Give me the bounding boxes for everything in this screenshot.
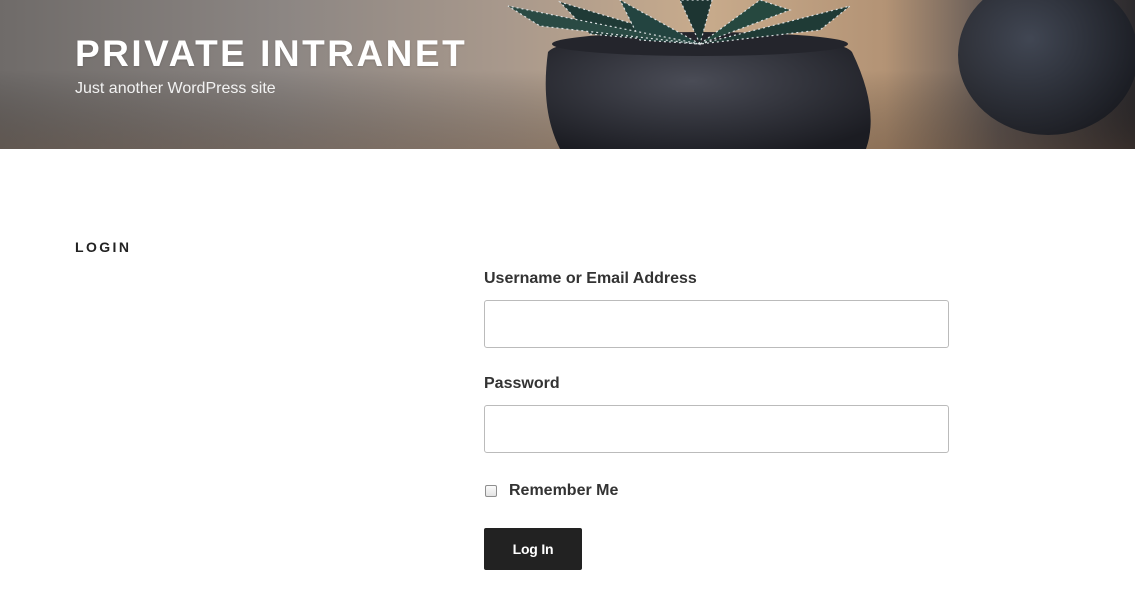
- site-title[interactable]: PRIVATE INTRANET: [75, 33, 467, 75]
- log-in-button[interactable]: Log In: [484, 528, 582, 570]
- remember-me-row: Remember Me: [484, 480, 950, 502]
- site-header: PRIVATE INTRANET Just another WordPress …: [0, 0, 1135, 149]
- password-input[interactable]: [484, 405, 949, 453]
- password-label: Password: [484, 375, 560, 392]
- login-form: Username or Email Address Password Remem…: [484, 268, 950, 570]
- remember-me-label[interactable]: Remember Me: [509, 482, 618, 500]
- page-title: LOGIN: [75, 239, 132, 255]
- username-label: Username or Email Address: [484, 270, 697, 287]
- remember-me-checkbox[interactable]: [485, 485, 497, 497]
- username-input[interactable]: [484, 300, 949, 348]
- site-description: Just another WordPress site: [75, 80, 276, 97]
